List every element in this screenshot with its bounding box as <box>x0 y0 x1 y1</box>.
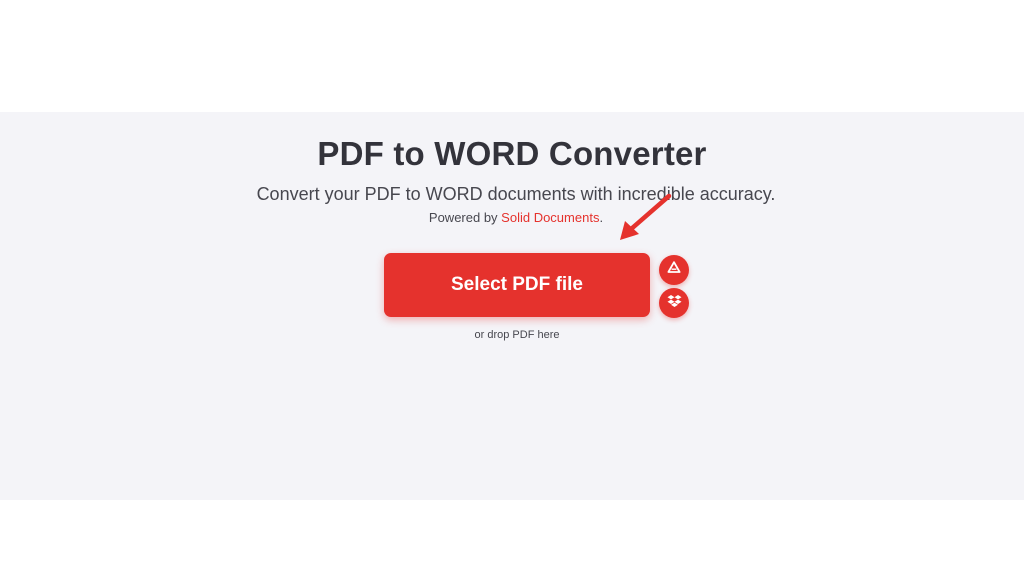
powered-by-line: Powered by Solid Documents. <box>0 210 1024 225</box>
page-title: PDF to WORD Converter <box>317 135 707 172</box>
page-subtitle: Convert your PDF to WORD documents with … <box>256 184 776 204</box>
dropbox-button[interactable] <box>659 288 689 318</box>
google-drive-button[interactable] <box>659 255 689 285</box>
drop-pdf-hint: or drop PDF here <box>474 329 560 341</box>
dropbox-icon <box>667 294 682 313</box>
google-drive-icon <box>667 261 681 279</box>
solid-documents-link[interactable]: Solid Documents <box>501 210 599 225</box>
powered-by-suffix: . <box>599 210 604 225</box>
red-arrow-icon <box>620 193 672 240</box>
powered-by-prefix: Powered by <box>428 210 502 225</box>
select-pdf-file-button[interactable]: Select PDF file <box>384 253 650 317</box>
page: PDF to WORD Converter Convert your PDF t… <box>0 0 1024 576</box>
